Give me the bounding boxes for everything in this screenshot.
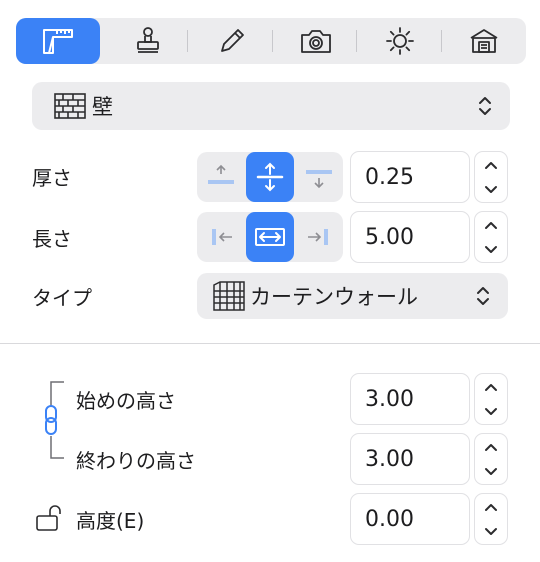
toolbar-divider [187,30,188,52]
thickness-align-bottom[interactable] [295,152,343,202]
tool-pencil[interactable] [190,18,274,64]
length-stepper [474,211,508,263]
chevron-up-icon [485,503,497,511]
thickness-stepper [474,151,508,203]
chevron-updown-icon [477,287,489,305]
elevation-increment[interactable] [475,494,507,519]
brick-wall-icon [54,93,86,119]
center-align-icon [255,228,285,246]
length-increment[interactable] [475,212,507,237]
chevron-down-icon [485,527,497,535]
wall-tool-icon [43,29,73,54]
wall-type-popup[interactable]: カーテンウォール [197,273,508,319]
house-icon [470,29,498,53]
tool-house[interactable] [442,18,526,64]
tool-wall[interactable] [16,18,100,64]
length-align-left[interactable] [197,212,245,262]
chevron-up-icon [485,443,497,451]
thickness-field[interactable]: 0.25 [350,151,470,203]
toolbar-divider [356,30,357,52]
top-align-icon [208,164,234,184]
start-height-field[interactable]: 3.00 [350,373,470,425]
length-align-center[interactable] [246,212,294,262]
pencil-icon [221,29,244,52]
chevron-down-icon [485,185,497,193]
tool-sun[interactable] [358,18,442,64]
thickness-align-segment [197,152,343,202]
elevation-label: 高度(E) [76,509,145,533]
end-height-field[interactable]: 3.00 [350,433,470,485]
sun-icon [386,27,414,55]
elevation-stepper [474,493,508,545]
section-divider [0,343,540,344]
length-align-segment [197,212,343,262]
chevron-up-icon [485,161,497,169]
elevation-field[interactable]: 0.00 [350,493,470,545]
tool-bar [16,18,526,64]
camera-icon [301,30,331,53]
thickness-align-top[interactable] [197,152,245,202]
end-height-decrement[interactable] [475,459,507,484]
end-height-stepper [474,433,508,485]
thickness-decrement[interactable] [475,177,507,202]
length-align-right[interactable] [295,212,343,262]
toolbar-divider [272,30,273,52]
chevron-down-icon [485,407,497,415]
length-field[interactable]: 5.00 [350,211,470,263]
chevron-updown-icon [479,97,491,115]
center-align-icon [256,162,284,192]
tool-camera[interactable] [274,18,358,64]
chain-link-icon[interactable] [36,378,68,462]
bottom-align-icon [306,170,332,189]
end-height-label: 終わりの高さ [76,449,196,473]
end-height-increment[interactable] [475,434,507,459]
chevron-up-icon [485,221,497,229]
start-height-decrement[interactable] [475,399,507,424]
object-type-label: 壁 [92,95,113,119]
wall-type-value: カーテンウォール [250,285,418,309]
type-label: タイプ [32,286,92,310]
chevron-down-icon [485,467,497,475]
start-height-label: 始めの高さ [76,389,176,413]
tool-stamp[interactable] [106,18,190,64]
thickness-align-center[interactable] [246,152,294,202]
length-decrement[interactable] [475,237,507,262]
length-label: 長さ [32,227,72,251]
thickness-increment[interactable] [475,152,507,177]
curtain-wall-icon [213,281,245,311]
left-align-icon [212,229,232,245]
right-align-icon [308,229,328,245]
elevation-decrement[interactable] [475,519,507,544]
stamp-icon [137,27,159,53]
start-height-increment[interactable] [475,374,507,399]
thickness-label: 厚さ [32,166,72,190]
chevron-up-icon [485,383,497,391]
object-type-popup[interactable]: 壁 [32,82,510,130]
unlocked-padlock-icon[interactable] [34,503,68,533]
start-height-stepper [474,373,508,425]
chevron-down-icon [485,245,497,253]
